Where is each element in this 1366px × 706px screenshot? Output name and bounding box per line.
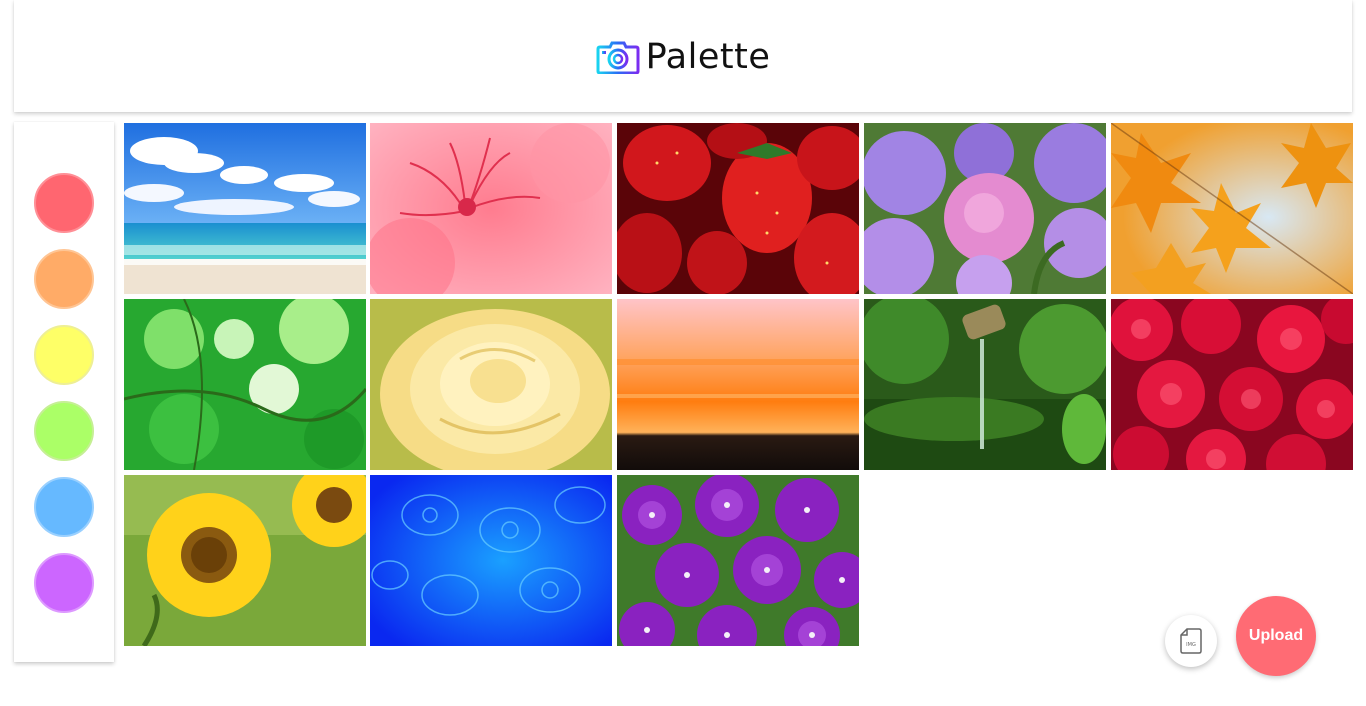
swatch-red[interactable]: [34, 173, 94, 233]
gallery-image[interactable]: [864, 123, 1106, 294]
gallery-image[interactable]: [370, 475, 612, 646]
gallery-image[interactable]: [617, 475, 859, 646]
yellow-rose-photo: [370, 299, 612, 470]
green-leaves-photo: [124, 299, 366, 470]
autumn-maple-photo: [1111, 123, 1353, 294]
swatch-orange[interactable]: [34, 249, 94, 309]
gallery-image[interactable]: [864, 299, 1106, 470]
gallery-image[interactable]: [617, 299, 859, 470]
upload-button[interactable]: Upload: [1236, 596, 1316, 676]
red-roses-photo: [1111, 299, 1353, 470]
gallery-image[interactable]: [370, 299, 612, 470]
gallery-image[interactable]: [124, 123, 366, 294]
swatch-purple[interactable]: [34, 553, 94, 613]
strawberries-photo: [617, 123, 859, 294]
spider-lily-photo: [370, 123, 612, 294]
img-label: IMG: [1186, 642, 1196, 648]
jellyfish-photo: [370, 475, 612, 646]
swatch-blue[interactable]: [34, 477, 94, 537]
gallery-image[interactable]: [1111, 123, 1353, 294]
image-file-button[interactable]: IMG: [1165, 615, 1217, 667]
gallery-image[interactable]: [617, 123, 859, 294]
camera-icon: [596, 41, 640, 74]
bamboo-fountain-photo: [864, 299, 1106, 470]
gallery-image[interactable]: [1111, 299, 1353, 470]
sunset-photo: [617, 299, 859, 470]
gallery-image[interactable]: [124, 299, 366, 470]
swatch-green[interactable]: [34, 401, 94, 461]
gallery-image[interactable]: [370, 123, 612, 294]
image-file-icon: IMG: [1180, 628, 1202, 654]
app-title: Palette: [645, 37, 771, 77]
beach-photo: [124, 123, 366, 294]
app-logo[interactable]: Palette: [596, 37, 771, 77]
clematis-photo: [617, 475, 859, 646]
hydrangea-photo: [864, 123, 1106, 294]
swatch-yellow[interactable]: [34, 325, 94, 385]
sunflowers-photo: [124, 475, 366, 646]
app-header: Palette: [14, 0, 1352, 112]
gallery-image[interactable]: [124, 475, 366, 646]
color-filter-sidebar: [14, 122, 114, 662]
